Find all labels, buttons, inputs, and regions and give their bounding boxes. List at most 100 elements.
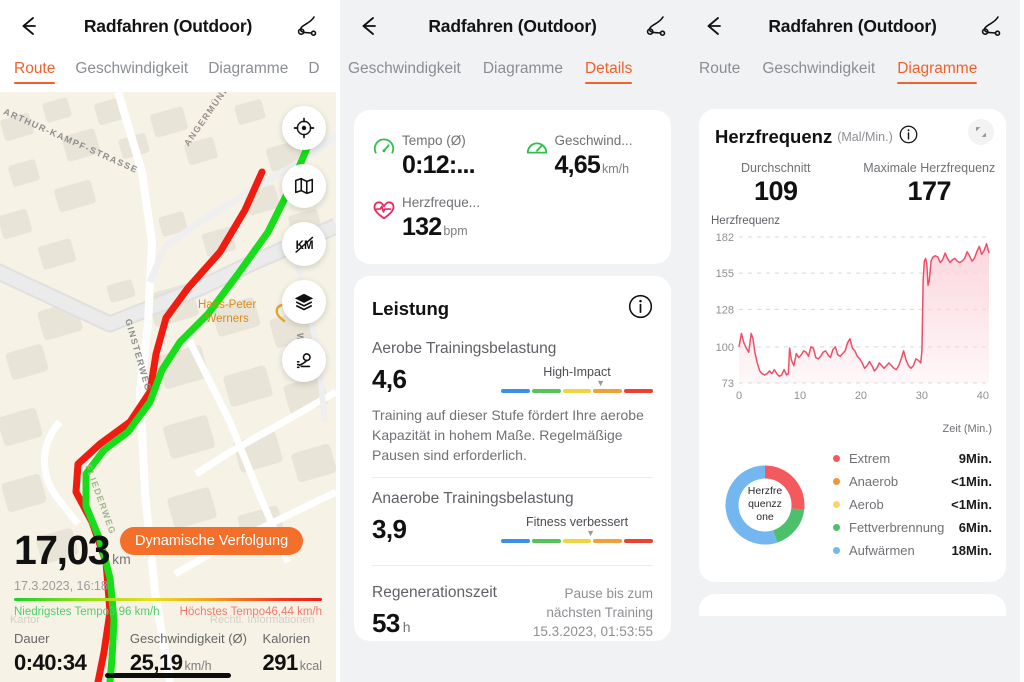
stat-unit: km/h [184,659,212,673]
chart-x-axis-title: Zeit (Min.) [942,423,993,435]
legend-dot-icon [833,478,840,485]
metric-number: 132 [402,213,442,241]
svg-text:30: 30 [916,390,928,402]
svg-text:155: 155 [716,268,734,280]
legend-label: Aufwärmen [849,543,915,558]
legend-value: 6Min. [958,520,992,535]
chart-y-axis-title: Herzfrequenz [711,215,781,227]
activity-summary: 17,03 km Dynamische Verfolgung 17.3.2023… [0,525,336,682]
metric-unit: km/h [601,162,630,176]
heart-rate-card: Herzfrequenz (Mal/Min.) Durchschnitt 109… [699,109,1006,582]
card-title: Herzfrequenz [715,126,833,147]
speed-gauge-icon [525,132,555,180]
tab-diagramme[interactable]: Diagramme [208,60,288,84]
place-pin-icon[interactable] [282,338,326,382]
tab-route[interactable]: Route [699,60,740,84]
tab-geschwindigkeit[interactable]: Geschwindigkeit [348,60,461,84]
donut-caption: Herzfre quenzz one [719,459,811,551]
stat-avg-speed: Geschwindigkeit (Ø) 25,19 km/h [130,631,263,676]
heart-rate-chart[interactable]: 73 100 128 155 182 0 10 20 30 40 [699,227,1006,422]
three-phone-screenshots: Radfahren (Outdoor) Route Geschwindigkei… [0,0,1024,682]
legend-value: <1Min. [951,497,992,512]
metric-heart-rate: Herzfreque... 132 bpm [360,188,513,250]
map-controls: KM [282,106,326,382]
tab-geschwindigkeit[interactable]: Geschwindigkeit [75,60,188,84]
share-route-icon[interactable] [641,11,671,41]
anaerobic-row: 3,9 Fitness verbessert ▼ [372,514,653,545]
tempo-range-row: Niedrigstes Tempo3,96 km/h Höchstes Temp… [14,606,322,618]
locate-icon[interactable] [282,106,326,150]
map-type-icon[interactable] [282,164,326,208]
arrow-left-icon[interactable] [699,11,729,41]
no-km-markers-icon[interactable]: KM [282,222,326,266]
metric-number: 4,65 [554,151,601,179]
distance-row: 17,03 km Dynamische Verfolgung [14,525,322,571]
metric-label: Herzfreque... [402,195,481,210]
legend-value: 18Min. [951,543,992,558]
info-icon[interactable] [899,125,918,149]
regeneration-note-line3: 15.3.2023, 01:53:55 [532,624,653,639]
panel-details: Radfahren (Outdoor) Geschwindigkeit Diag… [340,0,685,682]
aerobic-description: Training auf dieser Stufe fördert Ihre a… [372,407,644,463]
metrics-grid: Tempo (Ø) 0:12:... Geschwind... 4,65 km/h [354,110,671,264]
regeneration-note-line2: nächsten Training [546,605,653,620]
tab-geschwindigkeit[interactable]: Geschwindigkeit [762,60,875,84]
layers-icon[interactable] [282,280,326,324]
stat-value: 25,19 km/h [130,650,263,676]
aerobic-caption: High-Impact [543,365,611,379]
heart-rate-icon [372,194,402,242]
aerobic-scale: High-Impact ▼ [501,365,653,395]
legend-label: Fettverbrennung [849,520,945,535]
dynamic-tracking-chip[interactable]: Dynamische Verfolgung [120,527,304,555]
card-subtitle: (Mal/Min.) [837,130,893,144]
info-icon[interactable] [628,294,653,324]
arrow-left-icon[interactable] [14,11,44,41]
metric-label: Geschwind... [554,133,633,148]
arrow-left-icon[interactable] [354,11,384,41]
anaerobic-scale-bar [501,539,653,543]
donut-caption-line1: Herzfre [747,485,783,497]
share-route-icon[interactable] [292,11,322,41]
avg-label: Durchschnitt [741,161,811,175]
leistung-card: Leistung Aerobe Trainingsbelastung 4,6 H… [354,276,671,641]
metric-value: 132 bpm [402,213,509,242]
donut-caption-line3: one [756,511,774,523]
expand-icon[interactable] [968,119,994,145]
stat-unit: kcal [299,659,322,673]
activity-timestamp: 17.3.2023, 16:18 [14,579,108,593]
share-route-icon[interactable] [976,11,1006,41]
legend-label: Extrem [849,451,891,466]
legend-dot-icon [833,501,840,508]
stat-number: 0:40:34 [14,650,87,675]
app-bar: Radfahren (Outdoor) [340,0,685,52]
stat-label: Dauer [14,631,50,646]
map-poi-label: Hans-Peter Werners [198,298,256,326]
stat-value: 291 kcal [263,650,322,676]
poi-line-2: Werners [205,313,249,325]
regeneration-note: Pause bis zum nächsten Training 15.3.202… [533,584,653,641]
aerobic-section: Aerobe Trainingsbelastung 4,6 High-Impac… [354,326,671,465]
legend-dot-icon [833,524,840,531]
svg-text:100: 100 [716,342,734,354]
tab-details-cutoff[interactable]: D [308,60,319,84]
svg-text:73: 73 [722,378,734,390]
svg-text:20: 20 [855,390,867,402]
stat-label: Kalorien [262,631,311,646]
regeneration-row: Regenerationszeit 53 h Pause bis zum näch… [372,584,653,641]
metric-pace: Tempo (Ø) 0:12:... [360,126,513,188]
stat-duration: Dauer 0:40:34 [14,631,130,676]
tab-diagramme[interactable]: Diagramme [483,60,563,84]
donut-caption-line2: quenzz [748,498,782,510]
tab-details[interactable]: Details [584,60,633,84]
tab-diagramme[interactable]: Diagramme [897,60,978,84]
aerobic-scale-bar [501,389,653,393]
svg-text:182: 182 [716,232,734,244]
legend-value: <1Min. [951,474,992,489]
legend-item: Fettverbrennung 6Min. [833,516,992,539]
highest-tempo: Höchstes Tempo46,44 km/h [179,606,322,618]
anaerobic-caption: Fitness verbessert [525,515,629,529]
poi-line-1: Hans-Peter [198,299,257,311]
app-bar: Radfahren (Outdoor) [685,0,1020,52]
regeneration-section: Regenerationszeit 53 h Pause bis zum näch… [354,566,671,641]
tab-route[interactable]: Route [14,60,56,84]
